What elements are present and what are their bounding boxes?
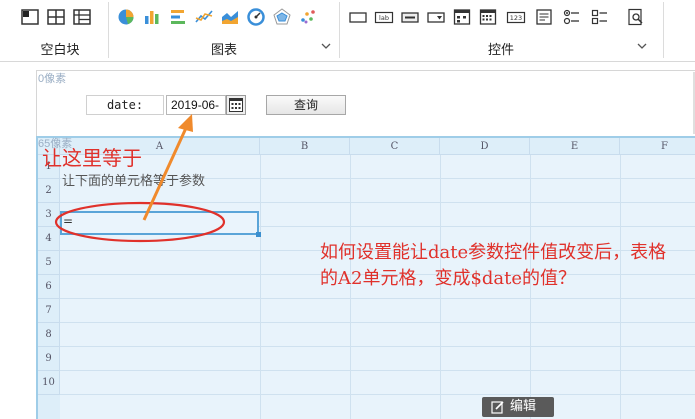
line-chart-icon[interactable]	[194, 7, 214, 27]
area-chart-icon[interactable]	[220, 7, 240, 27]
column-gridline	[260, 155, 261, 419]
radio-group-icon[interactable]	[562, 7, 582, 27]
edit-icon	[491, 401, 504, 414]
blank-block-group: 空白块	[14, 0, 106, 62]
cell-a2-value: =	[63, 214, 74, 228]
pie-chart-icon[interactable]	[116, 7, 136, 27]
button-control-icon[interactable]	[400, 7, 420, 27]
row-gridline	[60, 370, 695, 371]
row-header[interactable]: 7	[38, 299, 60, 323]
number-field-icon[interactable]: 123	[506, 7, 526, 27]
ribbon-separator	[339, 2, 340, 58]
row-gridline	[60, 322, 695, 323]
query-button[interactable]: 查询	[266, 95, 346, 115]
column-header[interactable]: B	[260, 138, 350, 155]
ribbon-separator	[663, 2, 664, 58]
row-header[interactable]: 3	[38, 203, 60, 227]
textarea-icon[interactable]	[534, 7, 554, 27]
label-icon-text: lab	[379, 14, 389, 22]
row-header[interactable]: 8	[38, 323, 60, 347]
dropdown-icon[interactable]	[426, 7, 446, 27]
column-header[interactable]: E	[530, 138, 620, 155]
annotation-top-note: 让这里等于	[42, 146, 142, 170]
row-header[interactable]: 5	[38, 251, 60, 275]
number-icon-text: 123	[510, 14, 522, 22]
row-gridline	[60, 346, 695, 347]
column-header[interactable]: C	[350, 138, 440, 155]
text-field-icon[interactable]	[348, 7, 368, 27]
parameter-pane-height-label: 0像素	[38, 73, 67, 85]
absolute-block-icon[interactable]	[20, 7, 40, 27]
label-icon[interactable]: lab	[374, 7, 394, 27]
annotation-question: 如何设置能让date参数控件值改变后，表格的A2单元格，变成$date的值？	[320, 242, 667, 289]
widget-group-label: 控件	[487, 43, 514, 58]
row-header[interactable]: 10	[38, 371, 60, 395]
row-header[interactable]: 6	[38, 275, 60, 299]
chart-group: 图表	[110, 0, 338, 62]
gauge-chart-icon[interactable]	[246, 7, 266, 27]
split-block-icon[interactable]	[46, 7, 66, 27]
row-gridline	[60, 298, 695, 299]
scatter-chart-icon[interactable]	[298, 7, 318, 27]
chevron-down-icon[interactable]	[636, 40, 648, 52]
row-header[interactable]: 2	[38, 179, 60, 203]
chart-group-label: 图表	[210, 43, 237, 58]
column-header[interactable]: F	[620, 138, 695, 155]
bar-chart-icon[interactable]	[142, 7, 162, 27]
calendar-button[interactable]	[226, 95, 246, 115]
edit-button[interactable]: 编辑	[482, 397, 554, 417]
row-header[interactable]: 9	[38, 347, 60, 371]
blank-block-group-label: 空白块	[40, 43, 80, 58]
calendar-icon	[229, 98, 243, 112]
fill-handle[interactable]	[256, 232, 261, 237]
cell-a1[interactable]: 让下面的单元格等于参数	[62, 170, 205, 189]
date-parameter-label: date:	[86, 95, 164, 115]
date-picker-icon[interactable]	[452, 7, 472, 27]
cell-a2[interactable]: =	[60, 211, 259, 235]
query-search-icon[interactable]	[626, 7, 646, 27]
row-gridline	[60, 202, 695, 203]
calendar-grid-icon[interactable]	[478, 7, 498, 27]
widget-group: lab 123 控件	[342, 0, 660, 62]
frame-block-icon[interactable]	[72, 7, 92, 27]
edit-button-label: 编辑	[510, 399, 537, 414]
checkbox-group-icon[interactable]	[590, 7, 610, 27]
radar-chart-icon[interactable]	[272, 7, 292, 27]
row-gridline	[60, 394, 695, 395]
date-parameter-input[interactable]: 2019-06-	[166, 95, 226, 115]
ribbon-separator	[108, 2, 109, 58]
chevron-down-icon[interactable]	[320, 40, 332, 52]
horizontal-bar-chart-icon[interactable]	[168, 7, 188, 27]
column-header[interactable]: D	[440, 138, 530, 155]
row-header[interactable]: 4	[38, 227, 60, 251]
ribbon-toolbar: 空白块 图表 lab 123 控件	[0, 0, 695, 62]
